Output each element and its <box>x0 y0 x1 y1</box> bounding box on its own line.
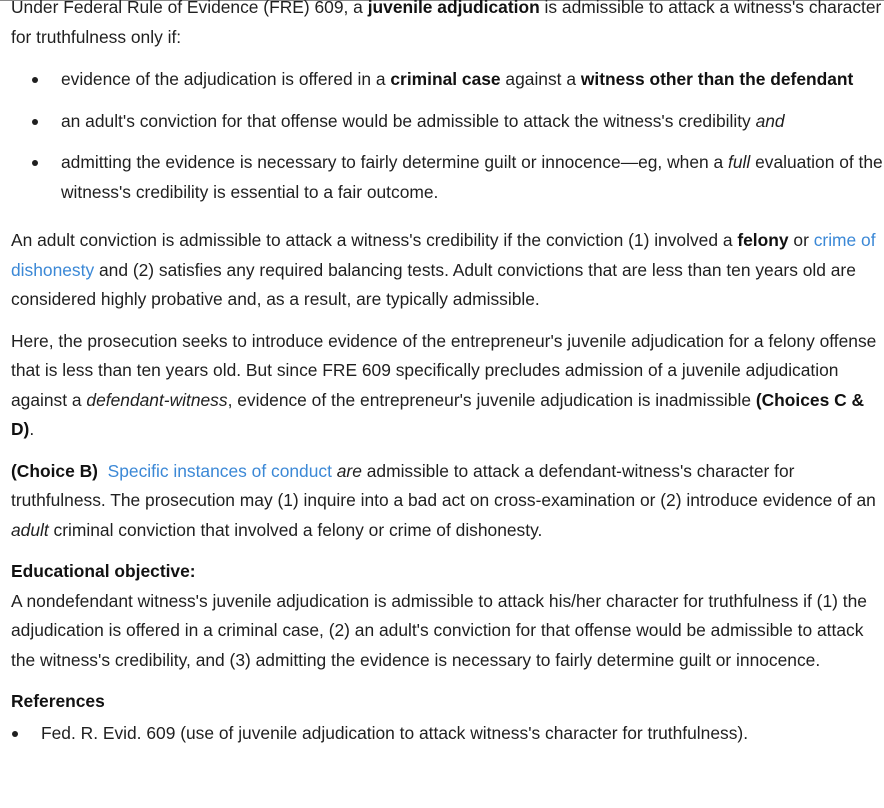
list-item: evidence of the adjudication is offered … <box>11 65 883 95</box>
specific-instances-link[interactable]: Specific instances of conduct <box>108 461 332 481</box>
reference-item: Fed. R. Evid. 609 (use of juvenile adjud… <box>11 719 883 749</box>
adult-conviction-paragraph: An adult conviction is admissible to att… <box>11 230 876 309</box>
references-list: Fed. R. Evid. 609 (use of juvenile adjud… <box>11 719 883 749</box>
list-item: admitting the evidence is necessary to f… <box>11 148 883 207</box>
analysis-paragraph: Here, the prosecution seeks to introduce… <box>11 330 877 440</box>
objective-text: A nondefendant witness's juvenile adjudi… <box>11 590 867 670</box>
objective-heading: Educational objective: <box>11 561 196 581</box>
explanation-content: Under Federal Rule of Evidence (FRE) 609… <box>11 0 883 748</box>
criteria-list: evidence of the adjudication is offered … <box>11 65 883 207</box>
intro-paragraph: Under Federal Rule of Evidence (FRE) 609… <box>11 0 883 52</box>
references-heading: References <box>11 691 105 711</box>
explanation-page: Under Federal Rule of Evidence (FRE) 609… <box>0 0 884 808</box>
choice-b-paragraph: (Choice B) Specific instances of conduct… <box>11 460 876 540</box>
list-item: an adult's conviction for that offense w… <box>11 107 883 137</box>
intro-bold-term: juvenile adjudication <box>367 0 540 17</box>
